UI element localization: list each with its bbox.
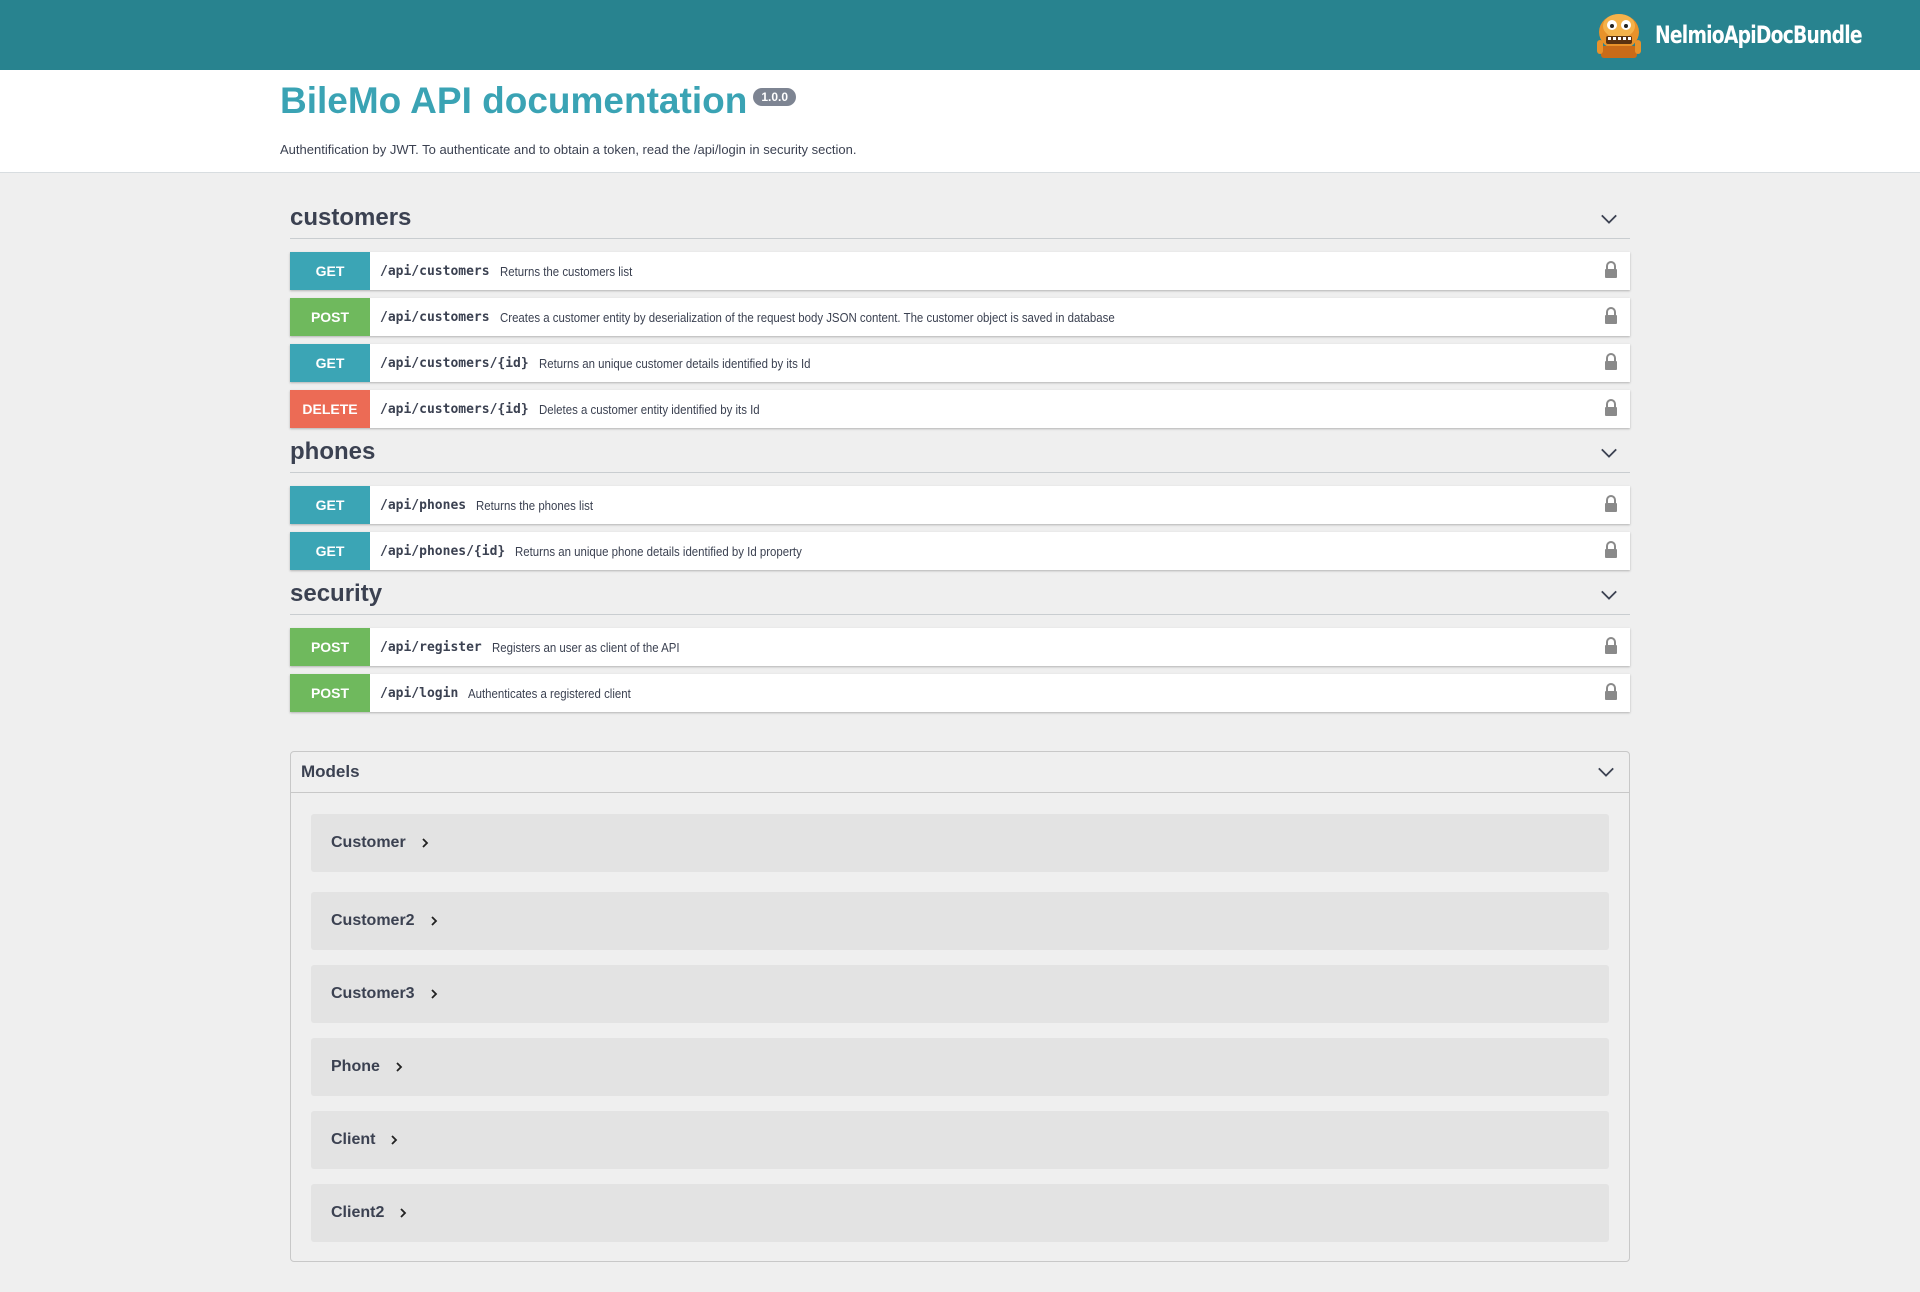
lock-icon[interactable]	[1604, 307, 1618, 325]
operation-summary: Authenticates a registered client	[468, 685, 632, 701]
operation-delete-customer[interactable]: DELETE /api/customers/{id} Deletes a cus…	[290, 390, 1630, 428]
operation-post-login[interactable]: POST /api/login Authenticates a register…	[290, 674, 1630, 712]
operation-summary: Registers an user as client of the API	[491, 639, 680, 655]
chevron-down-icon[interactable]	[1600, 586, 1618, 604]
method-badge: POST	[290, 628, 370, 666]
operation-summary: Deletes a customer entity identified by …	[538, 401, 760, 417]
operation-get-customers[interactable]: GET /api/customers Returns the customers…	[290, 252, 1630, 290]
operation-post-register[interactable]: POST /api/register Registers an user as …	[290, 628, 1630, 666]
tag-phones[interactable]: phones	[290, 436, 1630, 473]
operation-path: /api/customers	[380, 309, 490, 325]
model-client[interactable]: Client	[311, 1111, 1609, 1169]
method-badge: GET	[290, 344, 370, 382]
chevron-down-icon[interactable]	[1597, 763, 1615, 781]
operation-get-phone-by-id[interactable]: GET /api/phones/{id} Returns an unique p…	[290, 532, 1630, 570]
model-customer2[interactable]: Customer2	[311, 892, 1609, 950]
models-title: Models	[301, 762, 360, 781]
chevron-right-icon[interactable]	[398, 1208, 408, 1218]
method-badge: GET	[290, 486, 370, 524]
model-name: Phone	[331, 1058, 380, 1075]
page-title: BileMo API documentation	[280, 80, 748, 121]
version-badge: 1.0.0	[753, 88, 797, 106]
lock-icon[interactable]	[1604, 353, 1618, 371]
tag-security[interactable]: security	[290, 578, 1630, 615]
lock-icon[interactable]	[1604, 541, 1618, 559]
chevron-right-icon[interactable]	[429, 989, 439, 999]
model-name: Client	[331, 1131, 376, 1148]
operation-summary: Returns the customers list	[499, 263, 632, 279]
operation-path: /api/phones/{id}	[380, 543, 506, 559]
models-header[interactable]: Models	[291, 752, 1629, 793]
operation-path: /api/register	[380, 639, 482, 655]
brand-name: NelmioApiDocBundle	[1655, 21, 1863, 49]
nelmio-mascot-icon	[1593, 10, 1645, 60]
chevron-down-icon[interactable]	[1600, 444, 1618, 462]
model-name: Customer3	[331, 985, 415, 1002]
operation-summary: Returns the phones list	[476, 497, 594, 513]
operation-get-customer-by-id[interactable]: GET /api/customers/{id} Returns an uniqu…	[290, 344, 1630, 382]
method-badge: DELETE	[290, 390, 370, 428]
method-badge: GET	[290, 532, 370, 570]
models-section: Models Customer Customer2 Customer3 Phon…	[290, 751, 1630, 1262]
lock-icon[interactable]	[1604, 261, 1618, 279]
lock-icon[interactable]	[1604, 495, 1618, 513]
chevron-right-icon[interactable]	[420, 838, 430, 848]
model-name: Customer2	[331, 912, 415, 929]
model-name: Customer	[331, 834, 406, 851]
tag-customers[interactable]: customers	[290, 202, 1630, 239]
lock-icon[interactable]	[1604, 683, 1618, 701]
api-description: Authentification by JWT. To authenticate…	[280, 142, 857, 157]
operation-path: /api/customers/{id}	[380, 355, 529, 371]
model-name: Client2	[331, 1204, 385, 1221]
api-info: BileMo API documentation 1.0.0 Authentif…	[0, 70, 1920, 173]
model-customer3[interactable]: Customer3	[311, 965, 1609, 1023]
model-customer[interactable]: Customer	[311, 814, 1609, 872]
brand[interactable]: NelmioApiDocBundle	[1593, 8, 1880, 62]
tag-title: security	[290, 580, 383, 607]
method-badge: GET	[290, 252, 370, 290]
method-badge: POST	[290, 674, 370, 712]
operation-path: /api/login	[380, 685, 459, 701]
operation-post-customers[interactable]: POST /api/customers Creates a customer e…	[290, 298, 1630, 336]
operation-summary: Creates a customer entity by deserializa…	[499, 309, 1115, 325]
operation-summary: Returns an unique customer details ident…	[538, 355, 811, 371]
chevron-down-icon[interactable]	[1600, 210, 1618, 228]
model-phone[interactable]: Phone	[311, 1038, 1609, 1096]
top-bar: NelmioApiDocBundle	[0, 0, 1920, 70]
tag-title: phones	[290, 438, 376, 465]
tag-title: customers	[290, 204, 412, 231]
operation-path: /api/customers/{id}	[380, 401, 529, 417]
chevron-right-icon[interactable]	[429, 916, 439, 926]
operation-summary: Returns an unique phone details identifi…	[515, 543, 803, 559]
operation-get-phones[interactable]: GET /api/phones Returns the phones list	[290, 486, 1630, 524]
operation-path: /api/customers	[380, 263, 490, 279]
lock-icon[interactable]	[1604, 637, 1618, 655]
method-badge: POST	[290, 298, 370, 336]
chevron-right-icon[interactable]	[394, 1062, 404, 1072]
model-client2[interactable]: Client2	[311, 1184, 1609, 1242]
chevron-right-icon[interactable]	[389, 1135, 399, 1145]
operation-path: /api/phones	[380, 497, 467, 513]
lock-icon[interactable]	[1604, 399, 1618, 417]
